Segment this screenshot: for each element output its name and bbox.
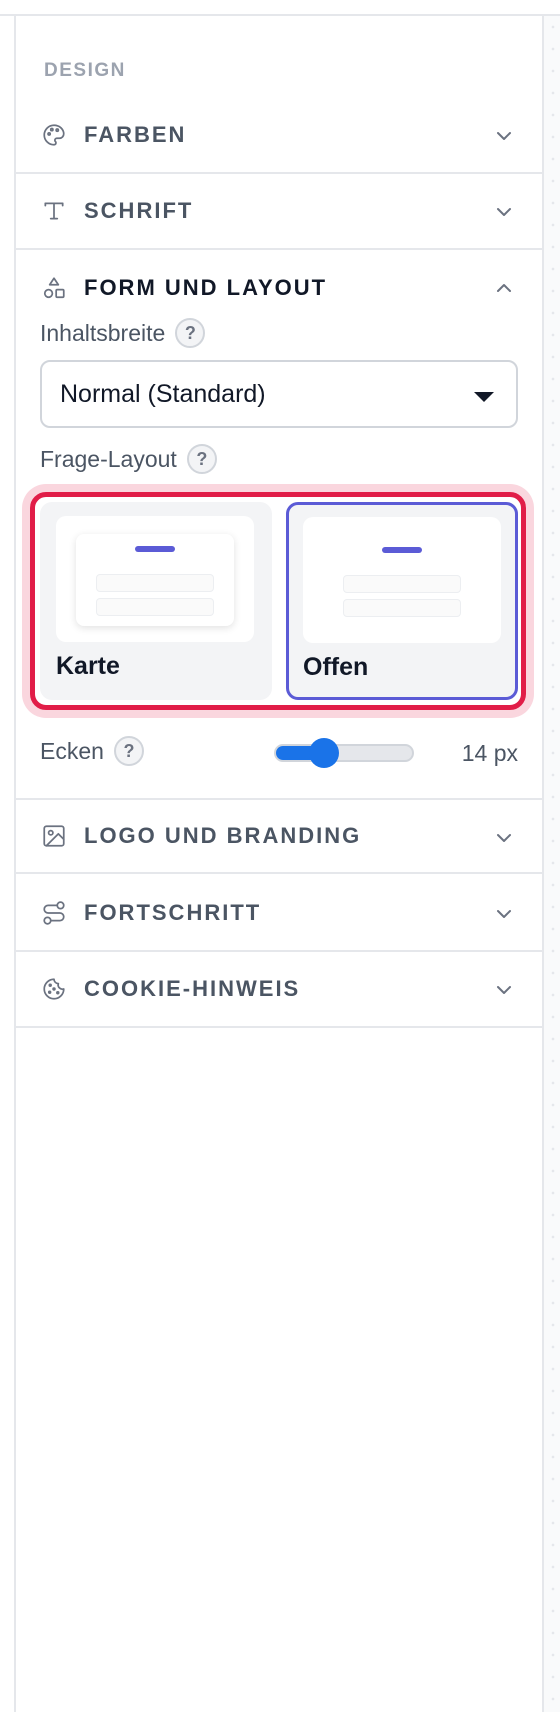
layout-option-offen[interactable]: Offen [286,502,518,700]
layout-preview-karte [56,516,254,642]
section-header-farben[interactable]: FARBEN [16,98,542,174]
top-divider [0,0,560,16]
type-icon [40,197,68,225]
section-title-fortschritt: FORTSCHRITT [84,900,262,925]
section-title-schrift: SCHRIFT [84,198,194,223]
section-header-schrift[interactable]: SCHRIFT [16,174,542,250]
question-layout-label: Frage-Layout ? [40,444,217,474]
section-title-logo-und-branding: LOGO UND BRANDING [84,823,362,848]
route-icon [40,899,68,927]
chevron-down-icon [492,124,516,148]
corners-value: 14 px [461,740,518,766]
layout-preview-offen [303,517,501,643]
layout-option-label: Offen [303,653,369,681]
section-header-form-und-layout[interactable]: FORM UND LAYOUT [16,250,542,326]
chevron-down-icon [492,902,516,926]
section-title-form-und-layout: FORM UND LAYOUT [84,275,328,300]
chevron-down-icon [492,826,516,850]
design-panel: DESIGN FARBEN SCHRIFT FORM UND LAYOUT In… [16,16,542,1712]
section-header-cookie-hinweis[interactable]: COOKIE-HINWEIS [16,952,542,1028]
layout-option-karte[interactable]: Karte [40,502,272,700]
preview-input-line [96,574,214,592]
preview-input-line [343,575,461,593]
section-header-logo-und-branding[interactable]: LOGO UND BRANDING [16,798,542,874]
preview-input-line [96,598,214,616]
question-layout-label-text: Frage-Layout [40,445,177,472]
palette-icon [40,121,68,149]
corners-label: Ecken ? [40,736,144,766]
section-header-fortschritt[interactable]: FORTSCHRITT [16,876,542,952]
chevron-down-icon [492,200,516,224]
corners-label-text: Ecken [40,737,104,764]
chevron-down-icon [492,978,516,1002]
section-title-cookie-hinweis: COOKIE-HINWEIS [84,976,301,1001]
help-icon[interactable]: ? [175,318,206,348]
preview-input-line [343,599,461,617]
chevron-up-icon [492,276,516,300]
layout-option-label: Karte [56,652,120,680]
corners-slider-track[interactable] [274,744,414,762]
image-icon [40,822,68,850]
content-width-selected-value: Normal (Standard) [60,379,266,408]
cookie-icon [40,975,68,1003]
preview-card [76,534,234,626]
panel-heading: DESIGN [44,60,126,81]
content-width-label-text: Inhaltsbreite [40,319,166,346]
canvas-edge [542,16,560,1712]
section-title-farben: FARBEN [84,122,187,147]
left-gutter [0,16,16,1712]
corners-row: Ecken ? 14 px [40,732,518,776]
preview-title-bar [135,546,175,552]
corners-slider-thumb[interactable] [309,738,340,768]
shapes-icon [40,274,68,302]
content-width-label: Inhaltsbreite ? [40,318,206,348]
help-icon[interactable]: ? [186,444,217,474]
preview-title-bar [382,547,422,553]
content-width-select[interactable]: Normal (Standard) [40,360,518,428]
caret-down-icon [474,392,494,402]
help-icon[interactable]: ? [113,736,144,766]
